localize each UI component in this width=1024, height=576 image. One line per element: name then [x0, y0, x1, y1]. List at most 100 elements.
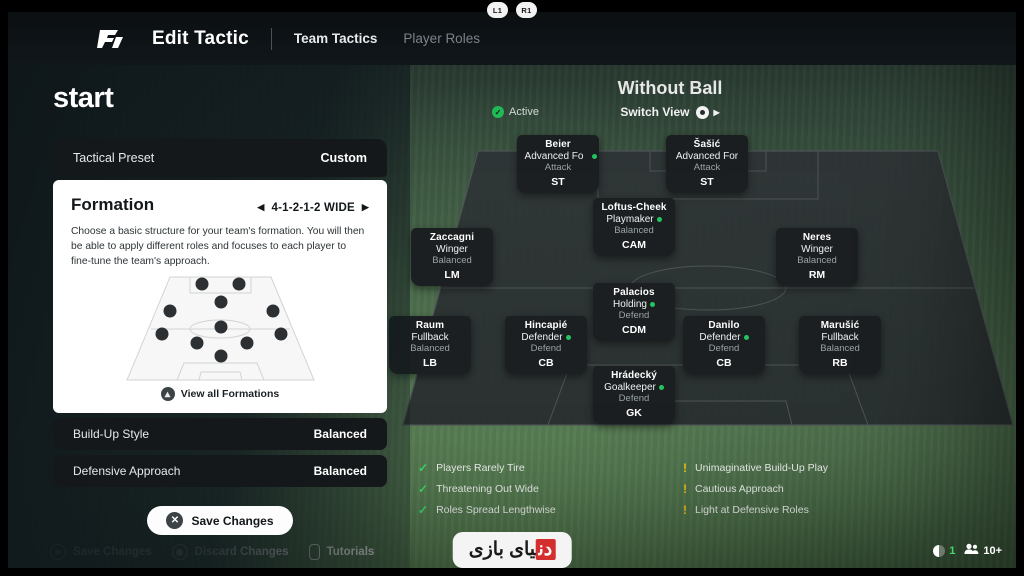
build-up-style-row[interactable]: Build-Up Style Balanced: [53, 418, 387, 450]
tactic-traits: ✓ Players Rarely Tire ✓ Threatening Out …: [418, 457, 918, 517]
game-screen: L1 R1 Edit Tactic Team Tactics Player Ro…: [0, 0, 1024, 576]
player-card[interactable]: Neres Winger Balanced RM: [776, 228, 858, 286]
watermark-rest: یای بازی: [468, 539, 537, 560]
player-name: Palacios: [613, 287, 655, 298]
check-icon: ✓: [418, 502, 429, 517]
con-trait: ! Light at Defensive Roles: [683, 499, 828, 520]
tactical-preset-row[interactable]: Tactical Preset Custom: [53, 139, 387, 177]
player-role: Fullback: [821, 332, 859, 343]
watermark-highlight: دن: [535, 539, 556, 560]
watermark-text: دنیای بازی: [469, 538, 556, 561]
players-online-value: 10+: [983, 544, 1002, 557]
view-all-formations-label: View all Formations: [180, 388, 280, 400]
save-changes-button[interactable]: ✕ Save Changes: [147, 506, 293, 535]
view-all-formations-button[interactable]: View all Formations: [71, 384, 369, 403]
player-card[interactable]: Hincapié Defender Defend CB: [505, 316, 587, 374]
player-name: Hrádecký: [611, 370, 657, 381]
bottom-letterbox: [0, 568, 1024, 576]
player-role: Winger: [436, 244, 468, 255]
player-role: Holding: [595, 299, 673, 310]
warning-icon: !: [683, 460, 687, 475]
player-focus: Balanced: [797, 255, 837, 266]
role-familiarity-dot-icon: [743, 335, 749, 340]
player-role: Playmaker: [595, 214, 673, 225]
pro-trait: ✓ Roles Spread Lengthwise: [418, 499, 556, 520]
player-card[interactable]: Šašić Advanced For Attack ST: [666, 135, 748, 193]
con-trait-label: Unimaginative Build-Up Play: [695, 461, 829, 474]
tactics-panel: Tactical Preset Custom Formation ◀ 4-1-2…: [53, 139, 387, 535]
pro-trait-label: Threatening Out Wide: [436, 482, 539, 495]
chevron-left-icon[interactable]: ◀: [257, 202, 264, 213]
signal-half-icon: [933, 544, 946, 557]
left-letterbox: [0, 0, 8, 576]
player-name: Danilo: [708, 320, 740, 331]
player-role: Advanced Fo: [519, 151, 597, 162]
switch-view-label: Switch View: [620, 105, 690, 119]
player-card[interactable]: Hrádecký Goalkeeper Defend GK: [593, 366, 675, 424]
player-focus: Defend: [530, 343, 562, 354]
cons-column: ! Unimaginative Build-Up Play ! Cautious…: [683, 457, 828, 520]
tactical-preset-value: Custom: [320, 151, 367, 165]
tab-team-tactics[interactable]: Team Tactics: [294, 31, 378, 46]
player-name: Marušić: [820, 320, 860, 331]
formation-diagram: [118, 275, 323, 382]
chevron-right-icon[interactable]: ▶: [362, 202, 369, 213]
formation-title: Formation: [71, 195, 155, 214]
player-card[interactable]: Beier Advanced Fo Attack ST: [517, 135, 599, 193]
formation-card: Formation ◀ 4-1-2-1-2 WIDE ▶ Choose a ba…: [53, 180, 387, 413]
player-position: CB: [538, 357, 554, 369]
pro-trait-label: Players Rarely Tire: [436, 461, 525, 474]
right-stick-icon: [696, 105, 710, 119]
formation-selector[interactable]: ◀ 4-1-2-1-2 WIDE ▶: [257, 202, 369, 214]
player-position: CDM: [622, 324, 646, 336]
right-shoulder-button[interactable]: R1: [516, 2, 537, 18]
player-focus: Defend: [618, 310, 650, 321]
player-role: Defender: [685, 332, 763, 343]
tactical-preset-label: Tactical Preset: [73, 151, 155, 165]
player-card[interactable]: Danilo Defender Defend CB: [683, 316, 765, 374]
role-familiarity-dot-icon: [658, 385, 664, 390]
tab-player-roles[interactable]: Player Roles: [403, 31, 480, 46]
player-position: LM: [444, 269, 460, 281]
pro-trait: ✓ Players Rarely Tire: [418, 457, 556, 478]
player-role: Goalkeeper: [595, 382, 673, 393]
player-card[interactable]: Marušić Fullback Balanced RB: [799, 316, 881, 374]
stick-arrow-icon: ▶: [713, 107, 720, 117]
player-position: GK: [626, 407, 642, 419]
role-familiarity-dot-icon: [565, 335, 571, 340]
pro-trait: ✓ Threatening Out Wide: [418, 478, 556, 499]
connection-status: 1: [933, 544, 955, 557]
check-icon: ✓: [418, 460, 429, 475]
player-card[interactable]: Palacios Holding Defend CDM: [593, 283, 675, 341]
con-trait-label: Cautious Approach: [695, 482, 784, 495]
con-trait-label: Light at Defensive Roles: [695, 503, 809, 516]
con-trait: ! Cautious Approach: [683, 478, 828, 499]
player-position: ST: [551, 176, 565, 188]
player-card[interactable]: Loftus-Cheek Playmaker Balanced CAM: [593, 198, 675, 256]
brand-label: start: [53, 82, 114, 114]
player-role: Advanced For: [675, 151, 739, 162]
pros-column: ✓ Players Rarely Tire ✓ Threatening Out …: [418, 457, 556, 520]
corner-status: 1 10+: [933, 543, 1002, 558]
player-name: Šašić: [693, 139, 721, 150]
site-watermark: دنیای بازی: [452, 532, 572, 568]
player-focus: Defend: [708, 343, 740, 354]
formation-value: 4-1-2-1-2 WIDE: [271, 201, 355, 214]
left-panel: start Tactical Preset Custom Formation ◀…: [0, 65, 410, 576]
build-up-style-label: Build-Up Style: [73, 427, 150, 441]
switch-view-button[interactable]: Switch View ▶: [575, 105, 765, 119]
player-focus: Balanced: [614, 225, 654, 236]
player-name: Zaccagni: [429, 232, 475, 243]
build-up-style-value: Balanced: [313, 427, 367, 441]
shoulder-button-group: L1 R1: [487, 2, 537, 18]
defensive-approach-row[interactable]: Defensive Approach Balanced: [53, 455, 387, 487]
player-card[interactable]: Zaccagni Winger Balanced LM: [411, 228, 493, 286]
player-position: RM: [808, 269, 826, 281]
player-name: Loftus-Cheek: [601, 202, 667, 213]
pro-trait-label: Roles Spread Lengthwise: [436, 503, 556, 516]
people-icon: [964, 543, 979, 558]
role-familiarity-dot-icon: [592, 154, 597, 159]
left-shoulder-button[interactable]: L1: [487, 2, 508, 18]
player-focus: Balanced: [820, 343, 860, 354]
player-role: Defender: [507, 332, 585, 343]
